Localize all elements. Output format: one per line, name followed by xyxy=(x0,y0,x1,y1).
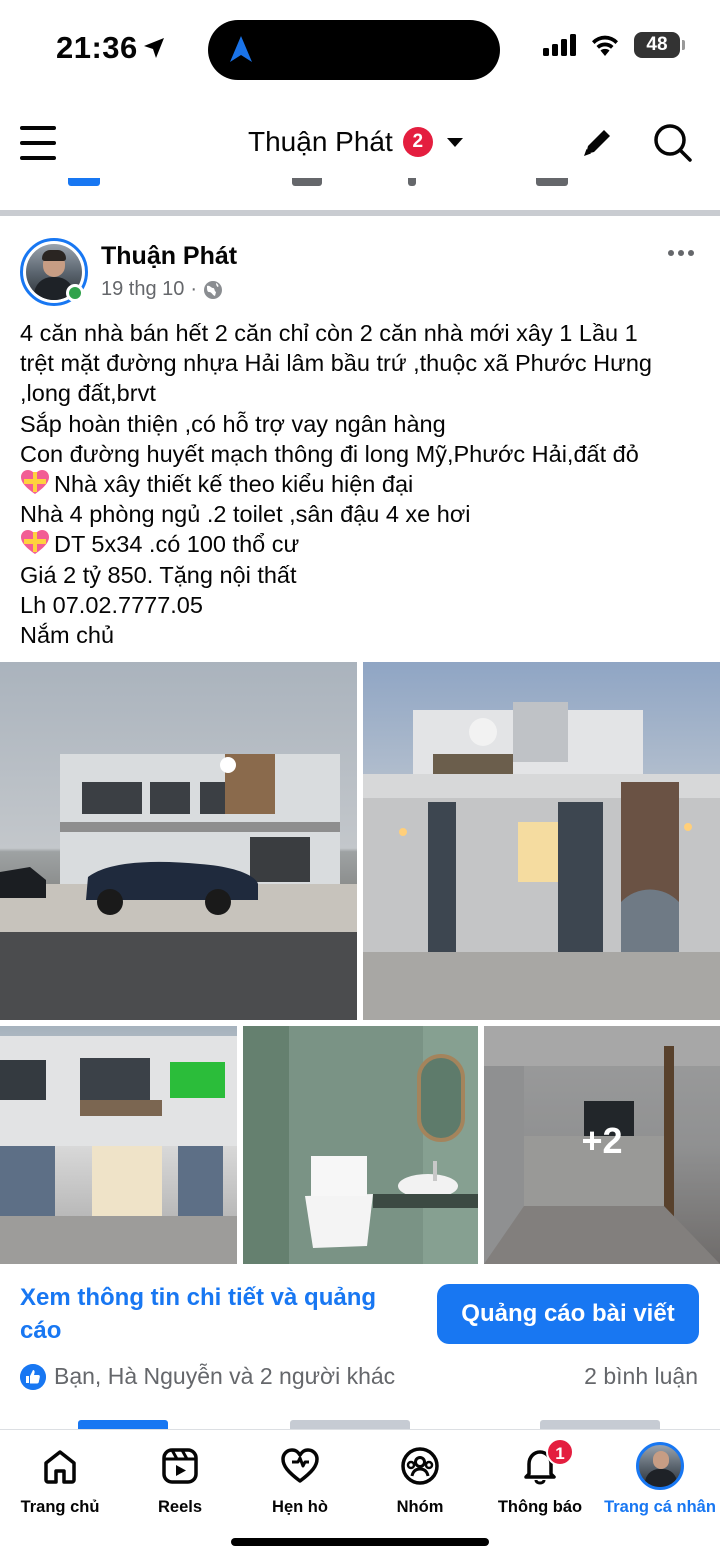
post-photo-bathroom[interactable] xyxy=(243,1026,478,1264)
notification-badge: 1 xyxy=(546,1438,574,1466)
home-indicator[interactable] xyxy=(231,1538,489,1546)
post-line: Nhà 4 phòng ngủ .2 toilet ,sân đậu 4 xe … xyxy=(20,501,471,528)
boost-post-button[interactable]: Quảng cáo bài viết xyxy=(437,1284,699,1344)
globe-icon xyxy=(204,280,223,299)
post-line: Con đường huyết mạch thông đi long Mỹ,Ph… xyxy=(20,440,639,467)
comments-count[interactable]: 2 bình luận xyxy=(584,1363,698,1390)
battery-icon: 48 xyxy=(634,32,685,58)
pencil-icon[interactable] xyxy=(580,124,616,160)
status-icons: 48 xyxy=(543,32,685,58)
nav-item-profile[interactable]: Trang cá nhân xyxy=(600,1430,720,1530)
navigation-icon xyxy=(230,36,252,62)
post-line: trệt mặt đường nhựa Hải lâm bầu trứ ,thu… xyxy=(20,350,652,377)
post-line-with-emoji: Nhà xây thiết kế theo kiểu hiện đại xyxy=(20,469,710,499)
feed-divider xyxy=(0,210,720,216)
post-line-with-emoji: DT 5x34 .có 100 thổ cư xyxy=(20,529,710,559)
post-author[interactable]: Thuận Phát xyxy=(101,242,237,271)
post-body: 4 căn nhà bán hết 2 căn chỉ còn 2 căn nh… xyxy=(20,318,710,650)
nav-label: Reels xyxy=(157,1498,203,1516)
post-line: Giá 2 tỷ 850. Tặng nội thất xyxy=(20,561,297,588)
post-line: DT 5x34 .có 100 thổ cư xyxy=(54,531,300,558)
more-photos-count: +2 xyxy=(581,1120,623,1161)
page-title: Thuận Phát xyxy=(248,126,393,157)
post-date[interactable]: 19 thg 10 xyxy=(101,278,184,301)
reactions-summary[interactable]: Bạn, Hà Nguyễn và 2 người khác xyxy=(54,1363,395,1390)
search-icon[interactable] xyxy=(652,122,694,164)
nav-label-active: Trang cá nhân xyxy=(604,1498,716,1516)
nav-item-home[interactable]: Trang chủ xyxy=(0,1430,120,1530)
groups-icon xyxy=(401,1447,439,1485)
dynamic-island xyxy=(208,20,500,80)
post-options-icon[interactable] xyxy=(668,250,694,256)
top-header: Thuận Phát 2 xyxy=(0,108,720,178)
reels-icon xyxy=(162,1448,198,1484)
nav-label: Thông báo xyxy=(497,1498,583,1516)
status-time: 21:36 xyxy=(56,30,138,65)
nav-item-groups[interactable]: Nhóm xyxy=(360,1430,480,1530)
nav-label: Hẹn hò xyxy=(272,1498,328,1516)
page-notification-badge: 2 xyxy=(402,127,433,157)
post-line: Sắp hoàn thiện ,có hỗ trợ vay ngân hàng xyxy=(20,410,446,437)
ad-details-link[interactable]: Xem thông tin chi tiết và quảng cáo xyxy=(20,1281,410,1347)
menu-icon[interactable] xyxy=(20,126,56,160)
heart-gift-emoji-icon xyxy=(21,530,49,555)
previous-post-actions-peek xyxy=(0,178,720,192)
nav-item-reels[interactable]: Reels xyxy=(120,1430,240,1530)
post-photo-house-front-yard[interactable] xyxy=(0,1026,237,1264)
profile-avatar-icon xyxy=(636,1442,684,1490)
meta-separator: · xyxy=(190,278,198,300)
post-line: Nắm chủ xyxy=(20,622,115,649)
nav-item-dating[interactable]: Hẹn hò xyxy=(240,1430,360,1530)
home-icon xyxy=(44,1450,76,1484)
chevron-down-icon xyxy=(446,137,463,147)
post-line: ,long đất,brvt xyxy=(20,380,156,407)
post-line: Lh 07.02.7777.05 xyxy=(20,591,203,618)
page-switcher[interactable]: Thuận Phát 2 xyxy=(248,126,463,158)
post-photo-house-exterior-car[interactable] xyxy=(0,662,357,1020)
wifi-icon xyxy=(592,35,618,56)
post-line: Nhà xây thiết kế theo kiểu hiện đại xyxy=(54,471,414,498)
heart-gift-emoji-icon xyxy=(21,470,49,495)
cellular-signal-icon xyxy=(543,34,576,56)
status-bar: 21:36 48 xyxy=(0,0,720,100)
nav-label: Trang chủ xyxy=(20,1498,100,1516)
post-photo-house-gate-night[interactable] xyxy=(363,662,720,1020)
online-status-dot xyxy=(66,284,84,302)
location-arrow-icon xyxy=(144,38,164,58)
dating-heart-icon xyxy=(281,1448,319,1483)
post-line: 4 căn nhà bán hết 2 căn chỉ còn 2 căn nh… xyxy=(20,320,638,346)
like-reaction-icon xyxy=(20,1364,46,1390)
nav-label: Nhóm xyxy=(396,1498,444,1516)
post-photo-interior[interactable]: +2 xyxy=(484,1026,720,1264)
nav-item-notifications[interactable]: 1 Thông báo xyxy=(480,1430,600,1530)
post-meta: 19 thg 10 · xyxy=(101,278,223,301)
